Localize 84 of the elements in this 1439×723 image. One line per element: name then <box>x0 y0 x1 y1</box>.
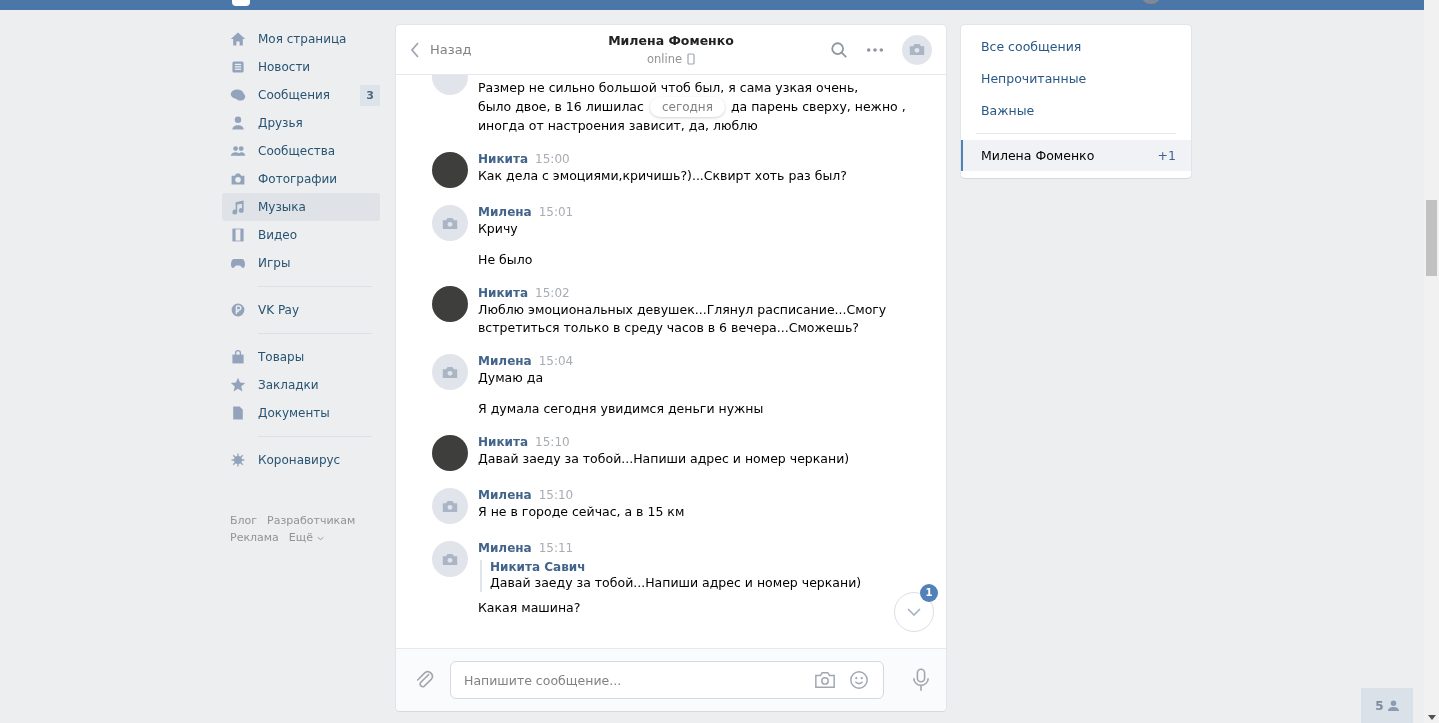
date-divider: сегодня <box>649 97 725 117</box>
message-text: да парень сверху, нежно , <box>730 98 906 116</box>
filter-link[interactable]: Непрочитанные <box>961 63 1191 95</box>
document-icon <box>230 405 246 421</box>
nav-item[interactable]: Товары <box>222 343 380 371</box>
star-icon <box>230 377 246 393</box>
message-text: Кричу <box>478 220 518 238</box>
back-link[interactable]: Назад <box>410 41 580 58</box>
nav-item[interactable]: Фотографии <box>222 165 380 193</box>
quote-author: Никита Савич <box>490 560 587 574</box>
search-icon[interactable] <box>830 40 848 59</box>
author-name[interactable]: Милена <box>478 205 532 219</box>
bag-icon <box>230 349 246 365</box>
nav-item[interactable]: Сообщения 3 <box>222 81 380 109</box>
film-icon <box>230 227 246 243</box>
message-text: Как дела с эмоциями,кричишь?)...Сквирт хоть раз был? <box>478 167 847 185</box>
chat-bubbles-icon <box>230 87 246 103</box>
message-time: 15:10 <box>538 488 574 502</box>
unread-count: 3 <box>360 84 380 106</box>
chevron-left-icon <box>410 41 420 58</box>
nav-item[interactable]: Коронавирус <box>222 446 380 474</box>
author-name[interactable]: Никита <box>478 152 529 166</box>
filter-link[interactable]: Все сообщения <box>961 31 1191 63</box>
message-time: 15:00 <box>535 152 570 166</box>
message-text: Давай заеду за тобой...Напиши адрес и номер черкани) <box>478 450 850 468</box>
message-text: Люблю эмоциональных девушек...Глянул расписание...Смогу встретиться только в среду часов в 6 вечера...Сможешь? <box>478 301 888 337</box>
nav-item[interactable]: Игры <box>222 249 380 277</box>
message-text: было двое, в 16 лишилас <box>478 98 644 116</box>
unread-count: +1 <box>1157 148 1176 163</box>
people-icon <box>230 143 246 159</box>
message-time: 15:10 <box>535 435 570 449</box>
music-note-icon <box>230 199 246 215</box>
message-input[interactable]: Напишите сообщение... <box>450 661 884 699</box>
message-text: Я не в городе сейчас, а в 15 км <box>478 503 685 521</box>
filter-link[interactable]: Важные <box>961 95 1191 127</box>
nav-item[interactable]: Новости <box>222 53 380 81</box>
nav-item[interactable]: Сообщества <box>222 137 380 165</box>
ruble-coin-icon <box>230 302 246 318</box>
nav-item[interactable]: Видео <box>222 221 380 249</box>
nav-item[interactable]: Музыка <box>222 193 380 221</box>
conversation-item[interactable]: Милена Фоменко +1 <box>961 140 1191 171</box>
home-icon <box>230 31 246 47</box>
camera-icon[interactable] <box>814 670 836 690</box>
message-time: 15:04 <box>538 354 574 368</box>
scroll-down-arrow-icon[interactable] <box>1428 715 1436 720</box>
message-time: 15:02 <box>535 286 570 300</box>
message-text: Я думала сегодня увидимся деньги нужны <box>478 400 764 418</box>
author-name[interactable]: Милена <box>478 354 532 368</box>
message-time: 15:01 <box>538 205 574 219</box>
message-text: иногда от настроения зависит, да, люблю <box>478 117 759 135</box>
chevron-down-icon <box>907 608 921 616</box>
camera-icon <box>230 171 246 187</box>
author-name[interactable]: Милена <box>478 541 532 555</box>
microphone-icon[interactable] <box>912 668 930 692</box>
message-text: Какая машина? <box>478 599 581 617</box>
message-text: Не было <box>478 251 533 269</box>
scrollbar[interactable] <box>1424 0 1439 723</box>
unread-badge: 1 <box>920 584 938 602</box>
avatar-photo[interactable] <box>432 286 468 322</box>
author-name[interactable]: Никита <box>478 435 529 449</box>
author-name[interactable]: Милена <box>478 488 532 502</box>
nav-item[interactable]: Друзья <box>222 109 380 137</box>
smiley-icon[interactable] <box>848 670 870 690</box>
person-icon <box>230 115 246 131</box>
nav-item[interactable]: VK Pay <box>222 296 380 324</box>
nav-item[interactable]: Документы <box>222 399 380 427</box>
phone-icon <box>687 53 696 65</box>
person-icon <box>1387 700 1399 711</box>
author-name[interactable]: Никита <box>478 286 529 300</box>
message-text: Размер не сильно большой чтоб был, я сама узкая очень, <box>478 79 860 97</box>
chevron-down-icon <box>316 536 324 541</box>
quote-text: Давай заеду за тобой...Напиши адрес и номер черкани) <box>490 574 863 592</box>
scrollbar-thumb[interactable] <box>1426 200 1437 276</box>
conversation-name: Милена Фоменко <box>981 148 1095 163</box>
message-time: 15:11 <box>538 541 574 555</box>
newspaper-icon <box>230 59 246 75</box>
virus-icon <box>230 452 246 468</box>
chat-title: Милена Фоменко <box>607 33 735 48</box>
avatar-photo[interactable] <box>432 435 468 471</box>
message-text: Думаю да <box>478 369 544 387</box>
nav-item[interactable]: Моя страница <box>222 25 380 53</box>
online-status: online <box>646 52 683 66</box>
nav-item[interactable]: Закладки <box>222 371 380 399</box>
avatar-photo[interactable] <box>432 152 468 188</box>
